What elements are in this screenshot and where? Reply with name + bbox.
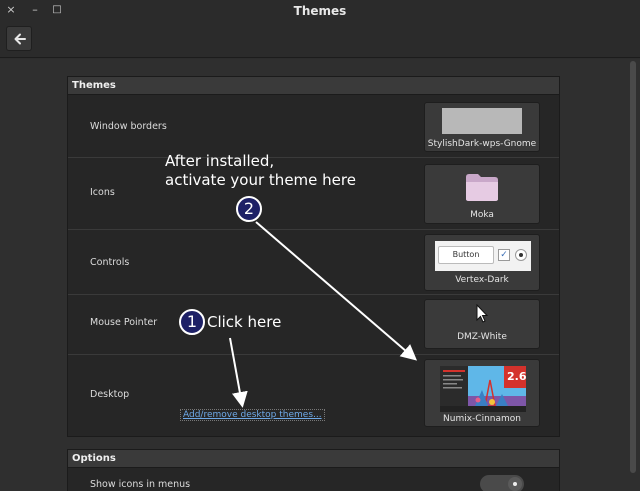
annotation-step1-text: Click here [207, 313, 282, 331]
arrow-to-link [229, 337, 248, 408]
step-1-badge: 1 [179, 309, 205, 335]
arrow-to-desktop-theme [255, 221, 418, 361]
annotation-line: activate your theme here [165, 171, 356, 189]
step-2-badge: 2 [236, 196, 262, 222]
annotation-line: After installed, [165, 152, 275, 170]
annotation-step2-text: After installed, activate your theme her… [165, 152, 356, 190]
annotation-arrows [229, 221, 418, 408]
